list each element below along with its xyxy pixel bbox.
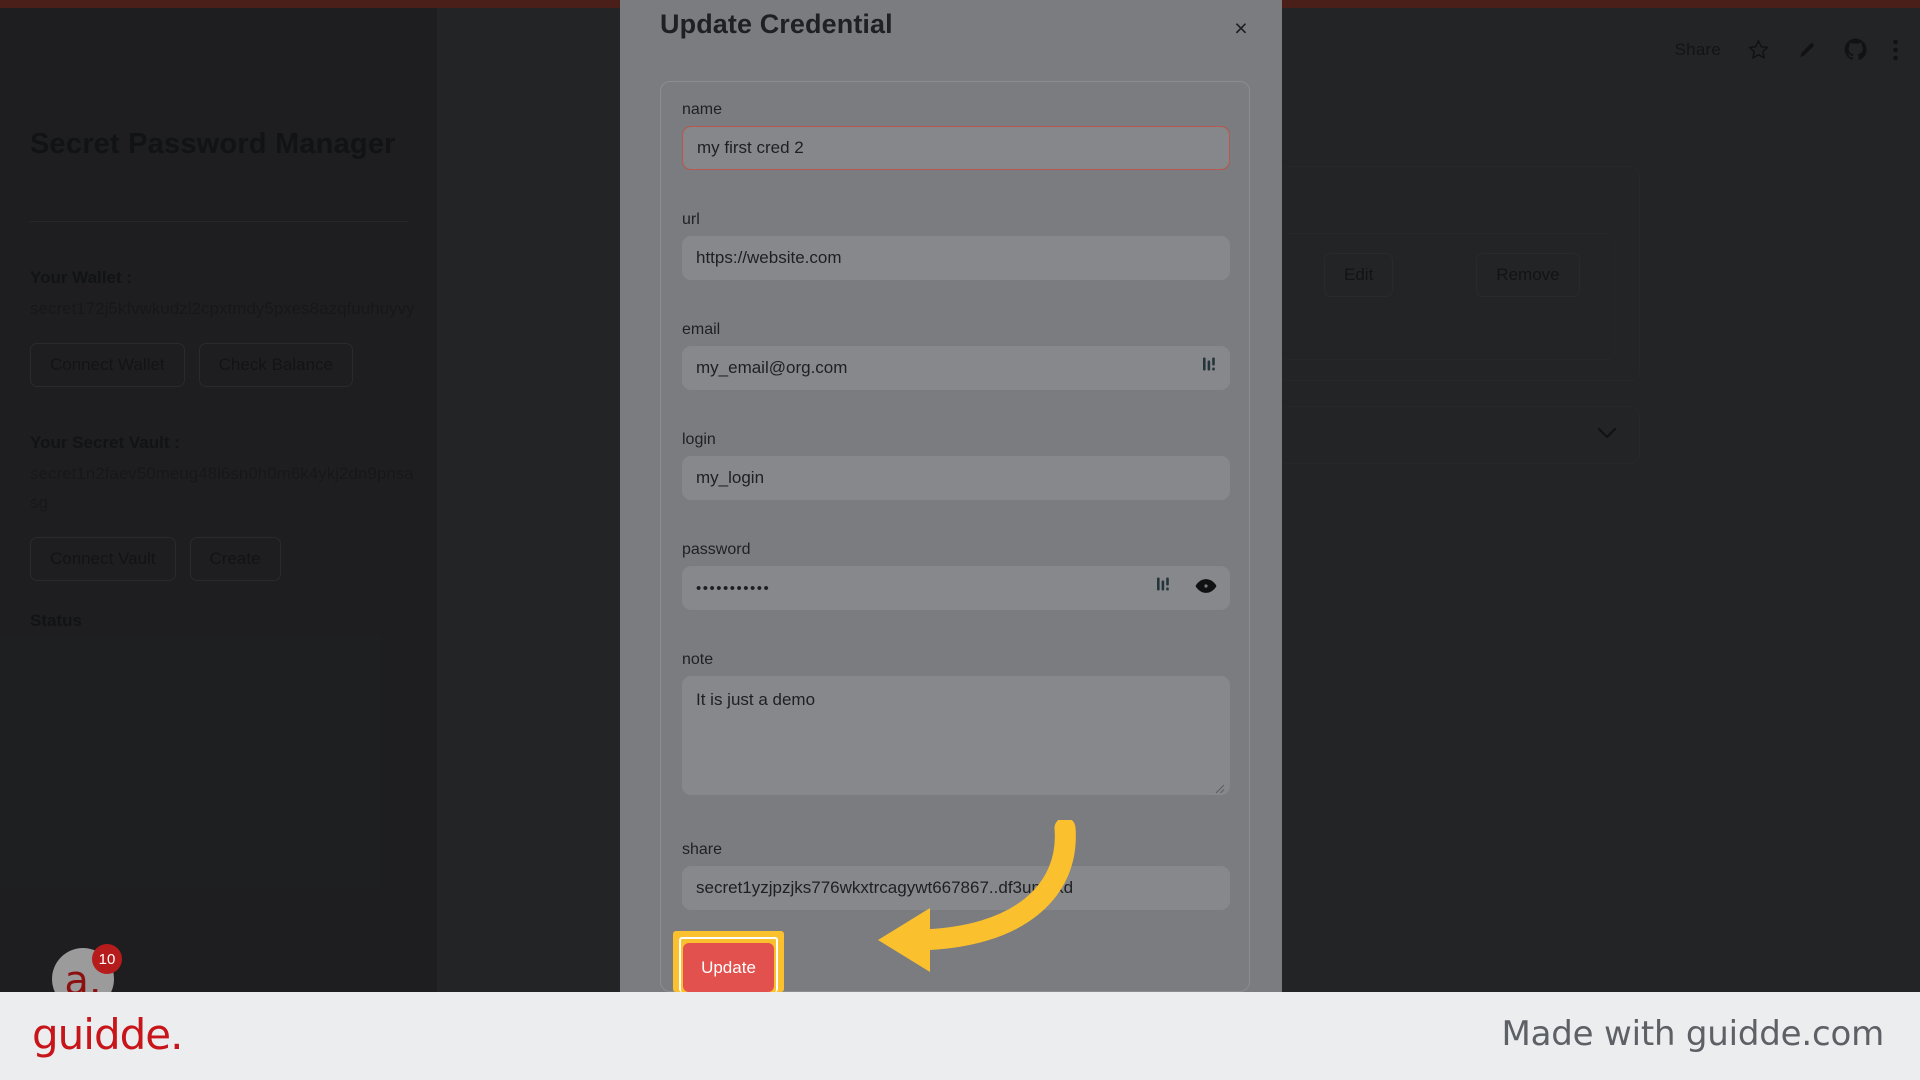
field-password: password ••••••••••• [682, 541, 1230, 610]
email-label: email [682, 321, 721, 338]
note-value: It is just a demo [696, 690, 816, 709]
made-with-guidde-text: Made with guidde.com [1501, 1014, 1884, 1054]
password-manager-fill-icon[interactable] [1203, 357, 1218, 380]
password-label: password [682, 541, 751, 558]
screen: Share Secret Password Manager Your Walle… [0, 0, 1920, 1080]
url-label: url [682, 211, 700, 228]
credential-form: name my first cred 2 url https://website… [660, 81, 1250, 992]
update-credential-modal: Update Credential × name my first cred 2… [620, 0, 1282, 992]
name-label: name [682, 101, 723, 118]
guidde-footer: guidde. Made with guidde.com [0, 992, 1920, 1080]
resize-handle-icon[interactable] [1213, 779, 1225, 794]
field-note: note It is just a demo [682, 651, 1230, 795]
guidde-badge-count: 10 [92, 944, 122, 974]
email-input-value: my_email@org.com [696, 358, 848, 377]
password-input-icons [1157, 577, 1218, 600]
password-input-value: ••••••••••• [696, 579, 771, 597]
url-input[interactable]: https://website.com [682, 236, 1230, 280]
login-input[interactable]: my_login [682, 456, 1230, 500]
guidde-logo: guidde. [32, 1010, 183, 1059]
field-login: login my_login [682, 431, 1230, 500]
note-textarea[interactable]: It is just a demo [682, 676, 1230, 795]
email-input-icons [1203, 357, 1218, 380]
login-label: login [682, 431, 716, 448]
field-name: name my first cred 2 [682, 101, 1230, 170]
email-input[interactable]: my_email@org.com [682, 346, 1230, 390]
share-input[interactable]: secret1yzjpzjks776wkxtrcagywt667867..df3… [682, 866, 1230, 910]
field-url: url https://website.com [682, 211, 1230, 280]
share-label: share [682, 841, 723, 858]
password-input[interactable]: ••••••••••• [682, 566, 1230, 610]
eye-icon[interactable] [1194, 577, 1218, 599]
update-button[interactable]: Update [683, 943, 774, 992]
name-input[interactable]: my first cred 2 [682, 126, 1230, 170]
close-icon[interactable]: × [1227, 14, 1255, 42]
modal-title: Update Credential [660, 9, 893, 39]
field-email: email my_email@org.com [682, 321, 1230, 390]
field-share: share secret1yzjpzjks776wkxtrcagywt66786… [682, 841, 1230, 910]
note-label: note [682, 651, 714, 668]
password-manager-fill-icon[interactable] [1157, 577, 1172, 600]
